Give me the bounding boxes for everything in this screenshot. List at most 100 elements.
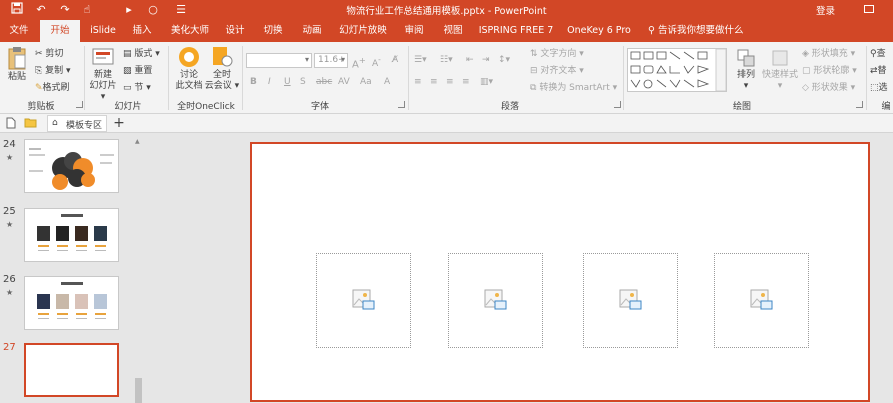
divider	[408, 46, 409, 110]
thumbnail-scrollbar[interactable]: ▲	[134, 138, 143, 403]
tab-view[interactable]: 视图	[438, 20, 468, 42]
ribbon-display-options-icon[interactable]	[862, 1, 876, 17]
group-label-font: 字体	[310, 102, 329, 112]
tab-transitions[interactable]: 切换	[258, 20, 288, 42]
tab-review[interactable]: 审阅	[399, 20, 429, 42]
section-button[interactable]: ▭ 节 ▾	[123, 82, 151, 94]
italic-button[interactable]: I	[268, 76, 271, 88]
bullets-icon[interactable]: ☰▾	[414, 54, 427, 66]
align-right-icon[interactable]: ≡	[446, 76, 454, 88]
tab-onekey[interactable]: OneKey 6 Pro	[566, 20, 632, 42]
shapes-gallery[interactable]	[627, 48, 727, 92]
slide-25-preview	[37, 214, 107, 251]
line-spacing-icon[interactable]: ↕▾	[498, 54, 510, 66]
font-color-button[interactable]: A	[384, 76, 390, 88]
find-button[interactable]: ⚲查	[870, 48, 886, 60]
font-size-field[interactable]: 11.6+ ▾	[314, 53, 348, 68]
quick-styles-button[interactable]: 快速样式 ▾	[762, 48, 798, 92]
replace-button[interactable]: ⇄替	[870, 65, 887, 77]
strikethrough-button[interactable]: abc	[316, 76, 332, 88]
clear-format-icon[interactable]: A̸	[392, 54, 398, 66]
align-left-icon[interactable]: ≡	[414, 76, 422, 88]
picture-placeholder[interactable]	[448, 253, 543, 348]
tab-insert[interactable]: 插入	[124, 20, 160, 42]
new-slide-button[interactable]: 新建 幻灯片 ▾	[86, 46, 120, 103]
copy-button[interactable]: ⎘ 复制 ▾	[35, 65, 70, 77]
picture-placeholder[interactable]	[583, 253, 678, 348]
align-center-icon[interactable]: ≡	[430, 76, 438, 88]
tab-animations[interactable]: 动画	[297, 20, 327, 42]
tab-slideshow[interactable]: 幻灯片放映	[337, 20, 389, 42]
shadow-button[interactable]: S	[300, 76, 306, 88]
decrease-indent-icon[interactable]: ⇤	[466, 54, 474, 66]
font-launcher-icon[interactable]	[398, 101, 405, 108]
quick-styles-icon	[772, 50, 788, 66]
paste-button[interactable]: 粘贴	[4, 46, 30, 83]
decrease-font-icon[interactable]: A-	[372, 54, 381, 70]
shape-effects-button[interactable]: ◇ 形状效果 ▾	[802, 82, 855, 94]
discuss-document-button[interactable]: 讨论 此文档	[172, 46, 206, 92]
group-label-clipboard: 剪贴板	[27, 102, 55, 112]
shape-outline-button[interactable]: ▢ 形状轮廓 ▾	[802, 65, 857, 77]
insert-picture-icon	[352, 289, 375, 310]
reset-button[interactable]: ▧ 重置	[123, 65, 152, 77]
scissors-icon: ✂	[35, 49, 43, 59]
login-link[interactable]: 登录	[816, 3, 835, 17]
columns-icon[interactable]: ▥▾	[480, 76, 493, 88]
slide-thumbnail-27[interactable]	[24, 343, 119, 397]
increase-font-icon[interactable]: A+	[352, 54, 366, 71]
tab-ispring[interactable]: ISPRING FREE 7	[478, 20, 554, 42]
ribbon-tabs: 文件 开始 iSlide 插入 美化大师 设计 切换 动画 幻灯片放映 审阅 视…	[0, 20, 893, 42]
clipboard-launcher-icon[interactable]	[76, 101, 83, 108]
add-tab-icon[interactable]: +	[111, 114, 127, 132]
folder-icon[interactable]	[24, 117, 37, 131]
numbering-icon[interactable]: ☷▾	[440, 54, 453, 66]
underline-button[interactable]: U	[284, 76, 291, 88]
current-slide-canvas[interactable]	[250, 142, 870, 402]
format-painter-button[interactable]: ✎格式刷	[35, 82, 70, 94]
select-button[interactable]: ⬚选	[870, 82, 888, 94]
shape-fill-button[interactable]: ◈ 形状填充 ▾	[802, 48, 855, 60]
slide-thumbnail-24[interactable]	[24, 139, 119, 193]
template-toolbar: ⌂ 模板专区 +	[0, 114, 893, 133]
justify-icon[interactable]: ≡	[462, 76, 470, 88]
tab-file[interactable]: 文件	[2, 20, 36, 42]
ribbon: 粘贴 ✂ 剪切 ⎘ 复制 ▾ ✎格式刷 剪贴板 新建 幻灯片 ▾ ▤ 版式 ▾ ▧…	[0, 42, 893, 114]
new-document-icon[interactable]	[6, 117, 16, 132]
tab-islide[interactable]: iSlide	[84, 20, 122, 42]
convert-smartart-button[interactable]: ⧉ 转换为 SmartArt ▾	[530, 82, 617, 94]
tab-beautify[interactable]: 美化大师	[164, 20, 216, 42]
paragraph-launcher-icon[interactable]	[614, 101, 621, 108]
tell-me-box[interactable]: ⚲ 告诉我你想要做什么	[648, 20, 744, 42]
tab-home[interactable]: 开始	[40, 20, 80, 42]
layout-button[interactable]: ▤ 版式 ▾	[123, 48, 160, 60]
star-icon: ★	[6, 220, 14, 229]
picture-placeholder[interactable]	[714, 253, 809, 348]
text-direction-button[interactable]: ⇅ 文字方向 ▾	[530, 48, 584, 60]
picture-placeholder[interactable]	[316, 253, 411, 348]
slide-thumbnails-panel: 24 ★ 25 ★ 26 ★ 27 ▲	[0, 133, 147, 403]
effects-icon: ◇	[802, 83, 809, 93]
font-name-field[interactable]: ▾	[246, 53, 312, 68]
drawing-launcher-icon[interactable]	[856, 101, 863, 108]
scrollbar-thumb[interactable]	[135, 378, 142, 403]
slide-thumbnail-25[interactable]	[24, 208, 119, 262]
window-title: 物流行业工作总结通用模板.pptx - PowerPoint	[346, 6, 547, 17]
change-case-button[interactable]: Aa	[360, 76, 372, 88]
insert-picture-icon	[484, 289, 507, 310]
cloud-meeting-button[interactable]: 全时 云会议 ▾	[204, 46, 240, 92]
divider	[84, 46, 85, 110]
reset-icon: ▧	[123, 66, 132, 76]
template-zone-tab[interactable]: ⌂ 模板专区	[47, 115, 107, 132]
align-text-button[interactable]: ⊟ 对齐文本 ▾	[530, 65, 584, 77]
arrange-button[interactable]: 排列 ▾	[733, 48, 759, 92]
tab-design[interactable]: 设计	[220, 20, 250, 42]
bold-button[interactable]: B	[250, 76, 257, 88]
copy-icon: ⎘	[35, 66, 43, 76]
char-spacing-button[interactable]: AV	[338, 76, 350, 88]
slide-thumbnail-26[interactable]	[24, 276, 119, 330]
cut-button[interactable]: ✂ 剪切	[35, 48, 63, 60]
increase-indent-icon[interactable]: ⇥	[482, 54, 490, 66]
slide-24-preview	[29, 148, 114, 190]
scroll-up-icon[interactable]: ▲	[135, 138, 140, 145]
